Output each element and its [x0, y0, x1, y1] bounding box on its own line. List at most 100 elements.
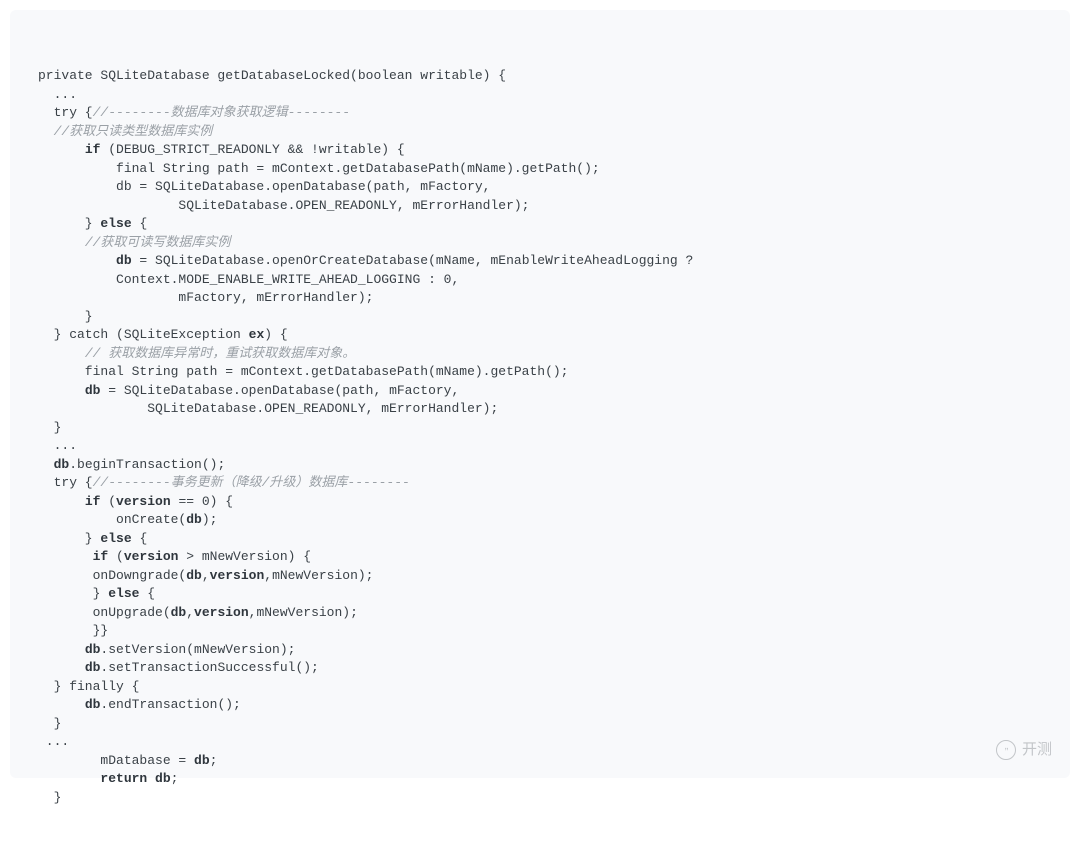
code-token: }} — [38, 623, 108, 638]
code-token: = SQLiteDatabase.openOrCreateDatabase(mN… — [132, 253, 694, 268]
watermark: 开测 — [996, 740, 1052, 760]
code-token — [38, 346, 85, 361]
code-token — [38, 253, 116, 268]
code-line: SQLiteDatabase.OPEN_READONLY, mErrorHand… — [38, 197, 1042, 216]
code-token: > mNewVersion) { — [178, 549, 311, 564]
code-line: //获取可读写数据库实例 — [38, 234, 1042, 253]
code-token: (DEBUG_STRICT_READONLY && !writable) { — [100, 142, 404, 157]
code-keyword: db — [171, 605, 187, 620]
code-line: if (version > mNewVersion) { — [38, 548, 1042, 567]
code-line: db.setVersion(mNewVersion); — [38, 641, 1042, 660]
code-keyword: db — [85, 660, 101, 675]
code-token: final String path = mContext.getDatabase… — [38, 364, 569, 379]
code-token: SQLiteDatabase.OPEN_READONLY, mErrorHand… — [38, 198, 529, 213]
code-token: onUpgrade( — [38, 605, 171, 620]
wechat-icon — [996, 740, 1016, 760]
code-keyword: db — [85, 642, 101, 657]
code-token: onCreate( — [38, 512, 186, 527]
code-line: if (version == 0) { — [38, 493, 1042, 512]
code-line: mFactory, mErrorHandler); — [38, 289, 1042, 308]
code-line: } else { — [38, 585, 1042, 604]
code-keyword: db — [54, 457, 70, 472]
code-line: private SQLiteDatabase getDatabaseLocked… — [38, 67, 1042, 86]
code-token: final String path = mContext.getDatabase… — [38, 161, 600, 176]
code-comment: //获取只读类型数据库实例 — [54, 124, 213, 139]
code-token: mFactory, mErrorHandler); — [38, 290, 373, 305]
code-token: try { — [38, 475, 93, 490]
code-token: mDatabase = — [38, 753, 194, 768]
code-line: } — [38, 789, 1042, 808]
code-token: ... — [38, 734, 69, 749]
code-keyword: db — [194, 753, 210, 768]
code-keyword: db — [186, 512, 202, 527]
code-token: .setVersion(mNewVersion); — [100, 642, 295, 657]
code-token: { — [139, 586, 155, 601]
code-line: } finally { — [38, 678, 1042, 697]
code-token: { — [132, 531, 148, 546]
code-line: } — [38, 715, 1042, 734]
code-token: ,mNewVersion); — [249, 605, 358, 620]
code-line: db = SQLiteDatabase.openDatabase(path, m… — [38, 178, 1042, 197]
code-content: private SQLiteDatabase getDatabaseLocked… — [38, 67, 1042, 807]
watermark-label: 开测 — [1022, 741, 1052, 760]
code-comment: //--------数据库对象获取逻辑-------- — [93, 105, 350, 120]
code-line: mDatabase = db; — [38, 752, 1042, 771]
code-keyword: version — [194, 605, 249, 620]
code-token — [38, 457, 54, 472]
code-token: ( — [100, 494, 116, 509]
code-token: , — [186, 605, 194, 620]
code-line: }} — [38, 622, 1042, 641]
code-token: } — [38, 216, 100, 231]
code-keyword: version — [116, 494, 171, 509]
code-block: private SQLiteDatabase getDatabaseLocked… — [10, 10, 1070, 778]
code-token: ... — [38, 87, 77, 102]
code-token: } — [38, 309, 93, 324]
code-token — [38, 642, 85, 657]
code-token: } — [38, 716, 61, 731]
code-token: try { — [38, 105, 93, 120]
code-token: } — [38, 420, 61, 435]
code-keyword: else — [108, 586, 139, 601]
code-line: onUpgrade(db,version,mNewVersion); — [38, 604, 1042, 623]
code-line: ... — [38, 733, 1042, 752]
code-token: SQLiteDatabase.OPEN_READONLY, mErrorHand… — [38, 401, 498, 416]
code-token — [38, 142, 85, 157]
code-comment: // 获取数据库异常时，重试获取数据库对象。 — [85, 346, 355, 361]
code-line: // 获取数据库异常时，重试获取数据库对象。 — [38, 345, 1042, 364]
code-comment: //获取可读写数据库实例 — [85, 235, 231, 250]
code-token: ; — [171, 771, 179, 786]
code-token: } — [38, 531, 100, 546]
code-token: ; — [210, 753, 218, 768]
code-line: db.endTransaction(); — [38, 696, 1042, 715]
code-keyword: version — [210, 568, 265, 583]
code-keyword: ex — [249, 327, 265, 342]
code-token: ) { — [264, 327, 287, 342]
code-keyword: db — [116, 253, 132, 268]
code-keyword: version — [124, 549, 179, 564]
code-keyword: else — [100, 216, 131, 231]
code-token: } — [38, 790, 61, 805]
code-token — [38, 494, 85, 509]
code-keyword: db — [186, 568, 202, 583]
code-line: return db; — [38, 770, 1042, 789]
code-line: ... — [38, 437, 1042, 456]
code-line: } — [38, 308, 1042, 327]
code-token: .endTransaction(); — [100, 697, 240, 712]
code-token — [38, 549, 93, 564]
code-line: final String path = mContext.getDatabase… — [38, 363, 1042, 382]
code-token — [38, 383, 85, 398]
code-line: //获取只读类型数据库实例 — [38, 123, 1042, 142]
code-line: onDowngrade(db,version,mNewVersion); — [38, 567, 1042, 586]
code-keyword: db — [85, 383, 101, 398]
code-token: == 0) { — [171, 494, 233, 509]
code-line: db = SQLiteDatabase.openOrCreateDatabase… — [38, 252, 1042, 271]
code-keyword: else — [100, 531, 131, 546]
code-line: db.setTransactionSuccessful(); — [38, 659, 1042, 678]
code-line: SQLiteDatabase.OPEN_READONLY, mErrorHand… — [38, 400, 1042, 419]
code-token: } finally { — [38, 679, 139, 694]
code-token — [38, 235, 85, 250]
code-keyword: db — [85, 697, 101, 712]
code-line: Context.MODE_ENABLE_WRITE_AHEAD_LOGGING … — [38, 271, 1042, 290]
code-line: } else { — [38, 215, 1042, 234]
code-token: Context.MODE_ENABLE_WRITE_AHEAD_LOGGING … — [38, 272, 459, 287]
